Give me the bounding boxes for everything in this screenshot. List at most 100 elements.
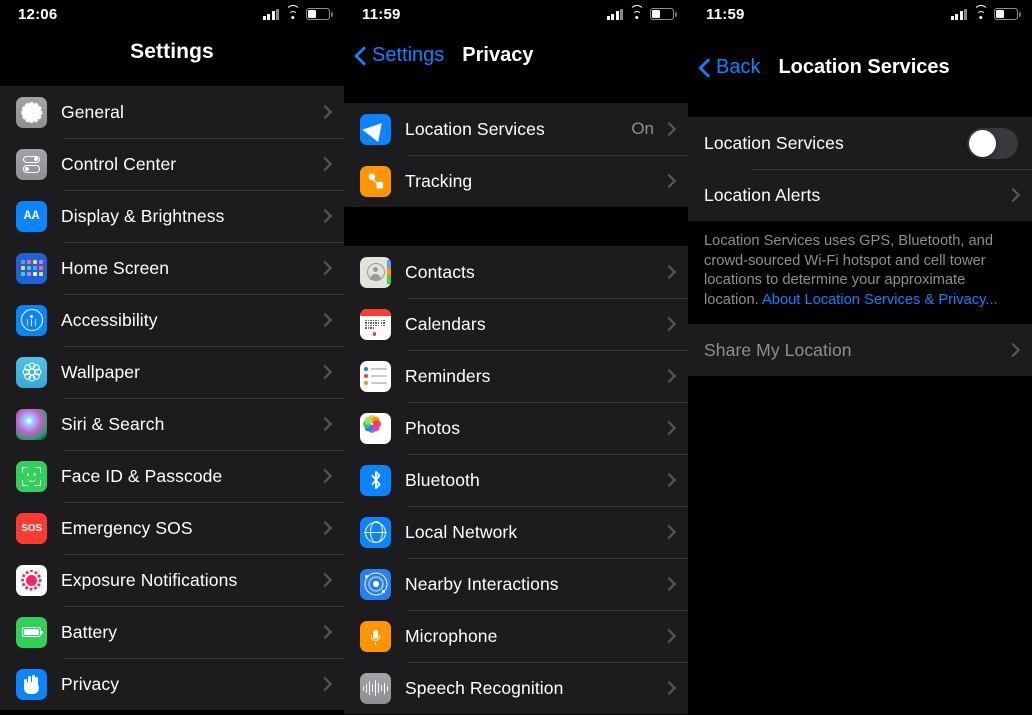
list-item-bluetooth[interactable]: Bluetooth xyxy=(344,454,688,506)
chevron-right-icon xyxy=(317,676,333,692)
chevron-right-icon xyxy=(317,416,333,432)
row-label: Reminders xyxy=(405,365,491,386)
sidebar-item-display-brightness[interactable]: AA Display & Brightness xyxy=(0,190,344,242)
sidebar-item-control-center[interactable]: Control Center xyxy=(0,138,344,190)
chevron-right-icon xyxy=(317,624,333,640)
list-item-photos[interactable]: Photos xyxy=(344,402,688,454)
tracking-icon xyxy=(360,165,391,197)
location-services-toggle[interactable] xyxy=(967,127,1018,159)
battery-icon xyxy=(650,8,677,20)
wifi-icon xyxy=(973,4,988,20)
sidebar-item-wallpaper[interactable]: Wallpaper xyxy=(0,346,344,398)
accessibility-icon xyxy=(16,304,47,336)
chevron-right-icon xyxy=(661,680,677,696)
cellular-signal-icon xyxy=(606,8,623,20)
back-button[interactable]: Back xyxy=(716,56,760,79)
chevron-right-icon xyxy=(661,420,677,436)
chevron-left-icon[interactable] xyxy=(698,58,710,78)
row-label: Bluetooth xyxy=(405,469,480,490)
section-gap xyxy=(344,207,688,246)
microphone-icon xyxy=(360,620,391,652)
row-label: Home Screen xyxy=(61,257,170,278)
row-label: Location Alerts xyxy=(704,184,821,205)
row-value: On xyxy=(631,119,654,138)
chevron-right-icon xyxy=(661,316,677,332)
sidebar-item-home-screen[interactable]: Home Screen xyxy=(0,242,344,294)
status-bar: 12:06 xyxy=(0,0,344,28)
sidebar-item-battery[interactable]: Battery xyxy=(0,606,344,658)
status-time: 11:59 xyxy=(362,5,401,23)
row-label: Wallpaper xyxy=(61,361,141,382)
three-panel-screenshot: 12:06 Settings General Control Center AA… xyxy=(0,0,1032,715)
sidebar-item-face-id-passcode[interactable]: Face ID & Passcode xyxy=(0,450,344,502)
battery-settings-icon xyxy=(16,616,47,648)
status-icons xyxy=(606,4,677,20)
row-location-services-toggle: Location Services xyxy=(688,117,1032,169)
row-label: Emergency SOS xyxy=(61,517,193,538)
list-item-tracking[interactable]: Tracking xyxy=(344,155,688,207)
location-services-icon xyxy=(360,113,391,145)
control-center-icon xyxy=(16,148,47,180)
panel-privacy: 11:59 Settings Privacy Location Services xyxy=(344,0,688,715)
reminders-icon xyxy=(360,360,391,392)
list-item-speech-recognition[interactable]: Speech Recognition xyxy=(344,662,688,714)
face-id-icon xyxy=(16,460,47,492)
sidebar-item-accessibility[interactable]: Accessibility xyxy=(0,294,344,346)
row-share-my-location[interactable]: Share My Location xyxy=(688,324,1032,377)
chevron-left-icon[interactable] xyxy=(354,46,366,66)
list-item-contacts[interactable]: Contacts xyxy=(344,246,688,298)
chevron-right-icon xyxy=(317,364,333,380)
panel-location-services: 11:59 Back Location Services Location Se… xyxy=(688,0,1032,715)
row-label: Siri & Search xyxy=(61,413,165,434)
chevron-right-icon xyxy=(317,312,333,328)
display-brightness-icon: AA xyxy=(16,200,47,232)
row-label: Calendars xyxy=(405,313,486,334)
row-location-alerts[interactable]: Location Alerts xyxy=(688,169,1032,221)
chevron-right-icon xyxy=(661,524,677,540)
calendars-icon xyxy=(360,308,391,340)
chevron-right-icon xyxy=(317,260,333,276)
toggle-knob xyxy=(969,129,996,157)
chevron-right-icon xyxy=(1005,343,1021,358)
row-label: Nearby Interactions xyxy=(405,573,559,594)
list-item-local-network[interactable]: Local Network xyxy=(344,506,688,558)
row-label: General xyxy=(61,101,124,122)
location-toggle-section: Location Services Location Alerts xyxy=(688,117,1032,221)
sidebar-item-exposure-notifications[interactable]: Exposure Notifications xyxy=(0,554,344,606)
list-item-microphone[interactable]: Microphone xyxy=(344,610,688,662)
exposure-notifications-icon xyxy=(16,564,47,596)
chevron-right-icon xyxy=(661,628,677,644)
row-label: Speech Recognition xyxy=(405,677,564,698)
cellular-signal-icon xyxy=(950,8,967,20)
chevron-right-icon xyxy=(661,173,677,189)
list-item-nearby-interactions[interactable]: Nearby Interactions xyxy=(344,558,688,610)
list-item-reminders[interactable]: Reminders xyxy=(344,350,688,402)
privacy-list-section-2: Contacts Calendars Reminders Photos Blue… xyxy=(344,246,688,714)
chevron-right-icon xyxy=(661,472,677,488)
about-location-services-privacy-link[interactable]: About Location Services & Privacy... xyxy=(762,292,998,308)
emergency-sos-icon: SOS xyxy=(16,512,47,544)
sidebar-item-privacy[interactable]: Privacy xyxy=(0,658,344,710)
row-label: Display & Brightness xyxy=(61,205,225,226)
list-item-location-services[interactable]: Location Services On xyxy=(344,103,688,155)
row-label: Accessibility xyxy=(61,309,158,330)
sidebar-item-general[interactable]: General xyxy=(0,86,344,138)
chevron-right-icon xyxy=(661,121,677,137)
chevron-right-icon xyxy=(661,368,677,384)
chevron-right-icon xyxy=(661,576,677,592)
sidebar-item-emergency-sos[interactable]: SOS Emergency SOS xyxy=(0,502,344,554)
row-label: Location Services xyxy=(704,132,844,153)
page-title: Settings xyxy=(130,40,214,63)
location-services-footnote: Location Services uses GPS, Bluetooth, a… xyxy=(688,221,1032,325)
list-item-calendars[interactable]: Calendars xyxy=(344,298,688,350)
status-bar: 11:59 xyxy=(344,0,688,28)
sidebar-item-siri-search[interactable]: Siri & Search xyxy=(0,398,344,450)
siri-icon xyxy=(16,408,47,440)
contacts-icon xyxy=(360,256,391,288)
status-icons xyxy=(950,4,1021,20)
back-button[interactable]: Settings xyxy=(372,44,444,67)
wifi-icon xyxy=(285,4,300,20)
photos-icon xyxy=(360,412,391,444)
row-label: Privacy xyxy=(61,673,120,694)
home-screen-icon xyxy=(16,252,47,284)
